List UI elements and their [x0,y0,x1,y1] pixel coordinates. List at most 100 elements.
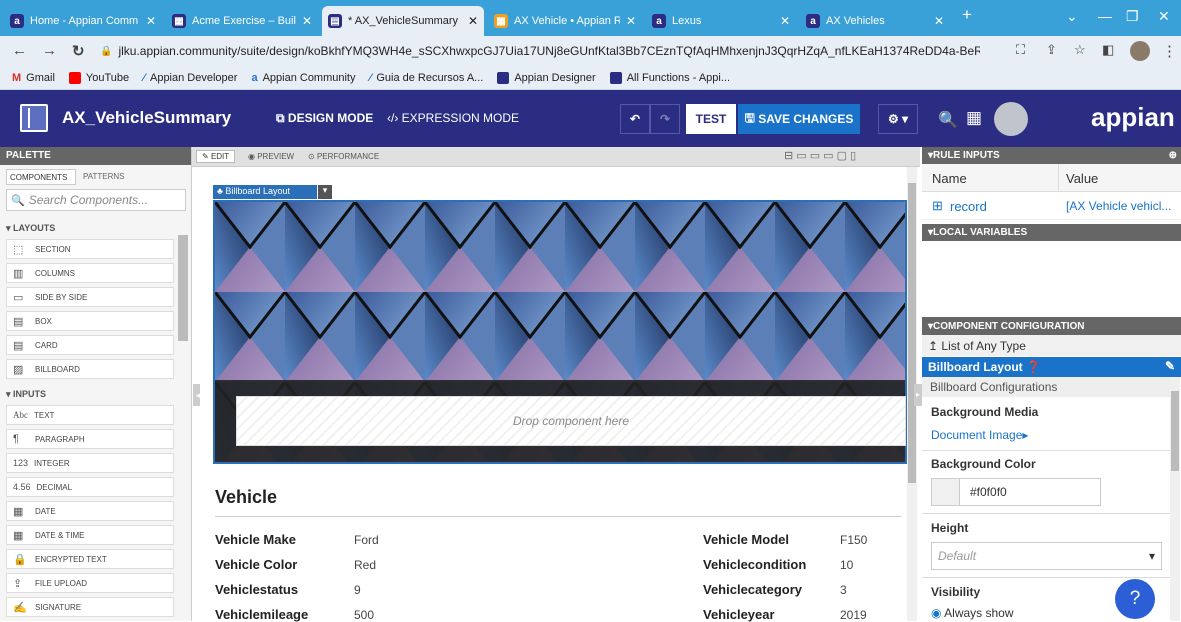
translate-icon[interactable]: ⛶ [1016,42,1025,58]
color-swatch[interactable] [932,479,960,505]
minimize-button[interactable]: — [1098,8,1112,24]
design-mode-button[interactable]: ⧉ DESIGN MODE [276,111,373,126]
bookmark-all-functions[interactable]: All Functions - Appi... [609,71,730,84]
add-icon[interactable]: ⊕ [1169,150,1177,161]
expression-mode-button[interactable]: ‹/› EXPRESSION MODE [387,111,519,125]
rule-inputs-heading[interactable]: ▾ RULE INPUTS ⊕ [922,147,1181,164]
palette-panel: PALETTE COMPONENTS PATTERNS 🔍 Search Com… [0,147,192,621]
up-arrow-icon: ↥ [928,339,942,353]
palette-item-date-time[interactable]: ▦ DATE & TIME [6,525,174,545]
search-objects-icon[interactable]: 🔍 [938,110,958,130]
background-media-link[interactable]: Document Image▸ [931,428,1028,442]
palette-scrollbar[interactable] [178,235,188,341]
browser-tab[interactable]: a Lexus ✕ [646,6,796,36]
close-icon[interactable]: ✕ [934,14,944,28]
height-select[interactable]: Default ▾ [931,542,1162,570]
bookmark-appian-community[interactable]: a Appian Community [251,72,355,84]
url-field[interactable]: 🔒 jlku.appian.community/suite/design/koB… [100,40,980,62]
profile-avatar[interactable] [1130,41,1150,61]
browser-tab[interactable]: ▦ AX Vehicle • Appian R ✕ [488,6,642,36]
palette-item-date[interactable]: ▦ DATE [6,501,174,521]
settings-button[interactable]: ⚙ ▾ [878,104,918,134]
browser-tab[interactable]: ▦ Acme Exercise – Build ✕ [166,6,318,36]
redo-button[interactable]: ↷ [650,104,680,134]
design-icon: ⧉ [276,111,288,125]
save-changes-button[interactable]: 🖫 SAVE CHANGES [738,104,860,134]
field-value: 500 [354,608,375,622]
card-icon: ▤ [13,339,24,352]
chevron-down-icon[interactable]: ▾ [318,185,332,199]
browser-tab[interactable]: a AX Vehicles ✕ [800,6,950,36]
local-variables-heading[interactable]: ▾ LOCAL VARIABLES [922,224,1181,241]
back-icon[interactable]: ← [12,42,27,59]
tab-components[interactable]: COMPONENTS [6,169,76,185]
rule-input-row[interactable]: ⊞ record [AX Vehicle vehicl... [922,192,1181,220]
bookmark-guia[interactable]: ⁄ Guia de Recursos A... [370,72,484,84]
close-icon[interactable]: ✕ [146,14,156,28]
collapse-right-panel-handle[interactable]: ▸ [914,384,922,406]
background-color-field[interactable]: #f0f0f0 [931,478,1101,506]
background-media-label: Background Media [931,405,1039,419]
layouts-heading[interactable]: ▾ LAYOUTS [6,223,55,234]
palette-item-card[interactable]: ▤ CARD [6,335,174,355]
help-icon[interactable]: ❓ [1026,360,1041,374]
maximize-button[interactable]: ❐ [1126,8,1139,25]
forward-icon[interactable]: → [42,42,57,59]
edit-icon[interactable]: ✎ [1165,359,1175,373]
visibility-radio-always[interactable]: ◉ Always show [931,606,1014,620]
star-icon[interactable]: ☆ [1074,42,1086,58]
palette-item-file-upload[interactable]: ⇪ FILE UPLOAD [6,573,174,593]
columns-icon: ▥ [13,267,24,280]
tab-performance[interactable]: ⊙ PERFORMANCE [308,152,379,161]
billboard-layout-tag[interactable]: ♣ Billboard Layout [213,185,317,199]
expand-icon[interactable]: ⊞ [932,198,943,214]
background-color-label: Background Color [931,457,1036,471]
close-icon[interactable]: ✕ [626,14,636,28]
appian-developer-icon: ⁄ [369,71,372,84]
user-avatar[interactable] [994,102,1028,136]
side-by-side-icon: ▭ [13,291,24,304]
palette-item-section[interactable]: ⬚ SECTION [6,239,174,259]
browser-tab[interactable]: a Home - Appian Comm ✕ [4,6,162,36]
palette-item-signature[interactable]: ✍ SIGNATURE [6,597,174,617]
new-tab-button[interactable]: + [962,5,972,25]
palette-item-billboard[interactable]: ▨ BILLBOARD [6,359,174,379]
field-label: Vehiclecondition [703,557,807,572]
tab-patterns[interactable]: PATTERNS [80,169,140,185]
palette-item-integer[interactable]: 123 INTEGER [6,453,174,473]
tab-preview[interactable]: ◉ PREVIEW [248,152,294,161]
device-size-icons[interactable]: ⊟ ▭ ▭ ▭ ▢ ▯ [784,149,856,162]
drop-zone[interactable]: Drop component here [236,396,906,446]
tab-search-icon[interactable]: ⌄ [1066,8,1078,25]
bookmark-appian-developer[interactable]: ⁄ Appian Developer [143,72,237,84]
bookmark-youtube[interactable]: YouTube [68,71,129,84]
palette-item-columns[interactable]: ▥ COLUMNS [6,263,174,283]
component-configuration-heading[interactable]: ▾ COMPONENT CONFIGURATION [922,317,1181,335]
menu-icon[interactable]: ⋮ [1162,42,1177,60]
tab-edit[interactable]: ✎ EDIT [196,150,236,163]
list-of-any-type-link[interactable]: ↥ List of Any Type [922,335,1181,356]
palette-item-text[interactable]: Abc TEXT [6,405,174,425]
palette-item-box[interactable]: ▤ BOX [6,311,174,331]
help-button[interactable]: ? [1115,579,1155,619]
test-button[interactable]: TEST [686,104,736,134]
reload-icon[interactable]: ↻ [72,42,85,60]
search-components-input[interactable]: 🔍 Search Components... [6,189,186,211]
bookmark-appian-designer[interactable]: Appian Designer [497,71,596,84]
undo-button[interactable]: ↶ [620,104,650,134]
close-window-button[interactable]: ✕ [1158,8,1170,25]
close-icon[interactable]: ✕ [468,14,478,28]
palette-item-side-by-side[interactable]: ▭ SIDE BY SIDE [6,287,174,307]
palette-item-paragraph[interactable]: ¶ PARAGRAPH [6,429,174,449]
close-icon[interactable]: ✕ [302,14,312,28]
palette-item-encrypted-text[interactable]: 🔒 ENCRYPTED TEXT [6,549,174,569]
bookmark-gmail[interactable]: M Gmail [12,72,55,84]
palette-item-decimal[interactable]: 4.56 DECIMAL [6,477,174,497]
browser-tab-active[interactable]: ▤ * AX_VehicleSummary ✕ [322,6,484,36]
inputs-heading[interactable]: ▾ INPUTS [6,389,46,400]
sidepanel-icon[interactable]: ◧ [1102,42,1114,58]
apps-grid-icon[interactable]: ▦ [966,108,982,128]
close-icon[interactable]: ✕ [780,14,790,28]
config-scrollbar[interactable] [1170,377,1180,621]
share-icon[interactable]: ⇪ [1046,42,1057,58]
